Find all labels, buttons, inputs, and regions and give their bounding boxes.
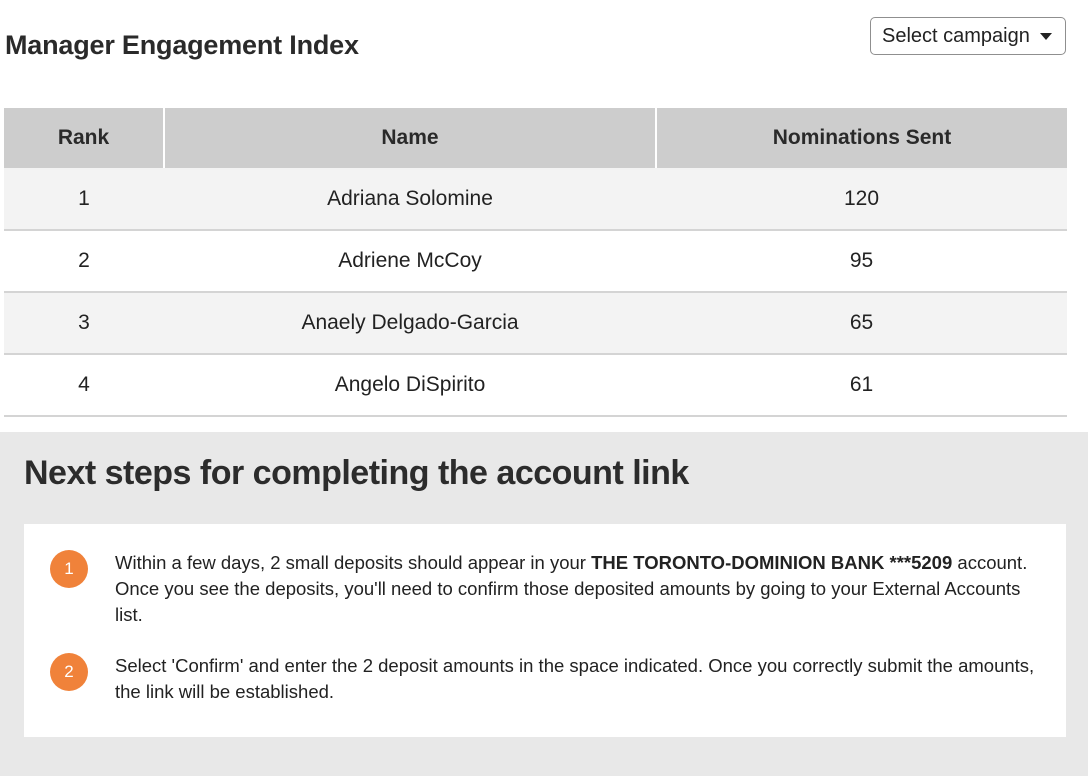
table-row: 4 Angelo DiSpirito 61 <box>4 354 1067 417</box>
column-header-name[interactable]: Name <box>164 108 657 168</box>
name-cell: Adriene McCoy <box>164 230 656 293</box>
page-title: Manager Engagement Index <box>5 30 359 60</box>
nominations-cell: 95 <box>656 230 1067 293</box>
rank-cell: 1 <box>4 168 164 231</box>
nominations-cell: 120 <box>656 168 1067 231</box>
campaign-select-label: Select campaign <box>882 24 1030 47</box>
nominations-cell: 65 <box>656 292 1067 355</box>
rank-cell: 4 <box>4 354 164 417</box>
campaign-select[interactable]: Select campaign <box>870 17 1066 55</box>
step-text: Within a few days, 2 small deposits shou… <box>115 550 1045 628</box>
step-text: Select 'Confirm' and enter the 2 deposit… <box>115 655 1035 702</box>
bank-name: THE TORONTO-DOMINION BANK ***5209 <box>591 552 953 573</box>
next-steps-title: Next steps for completing the account li… <box>24 454 689 492</box>
step-number-badge: 2 <box>50 653 88 691</box>
step-text-part: Within a few days, 2 small deposits shou… <box>115 552 592 573</box>
table-header-row: Rank Name Nominations Sent <box>4 108 1067 168</box>
next-steps-panel: Next steps for completing the account li… <box>0 432 1088 776</box>
engagement-section: Manager Engagement Index Select campaign… <box>0 0 1088 432</box>
table-row: 1 Adriana Solomine 120 <box>4 168 1067 231</box>
name-cell: Angelo DiSpirito <box>164 354 656 417</box>
rank-cell: 2 <box>4 230 164 293</box>
engagement-table: Rank Name Nominations Sent 1 Adriana Sol… <box>4 108 1067 417</box>
column-header-nominations[interactable]: Nominations Sent <box>656 108 1067 168</box>
name-cell: Anaely Delgado-Garcia <box>164 292 656 355</box>
column-header-rank[interactable]: Rank <box>4 108 165 168</box>
rank-cell: 3 <box>4 292 164 355</box>
table-row: 2 Adriene McCoy 95 <box>4 230 1067 293</box>
steps-card: 1 Within a few days, 2 small deposits sh… <box>24 524 1066 737</box>
caret-down-icon <box>1039 32 1052 40</box>
nominations-cell: 61 <box>656 354 1067 417</box>
name-cell: Adriana Solomine <box>164 168 656 231</box>
table-row: 3 Anaely Delgado-Garcia 65 <box>4 292 1067 355</box>
step-number-badge: 1 <box>50 550 88 588</box>
